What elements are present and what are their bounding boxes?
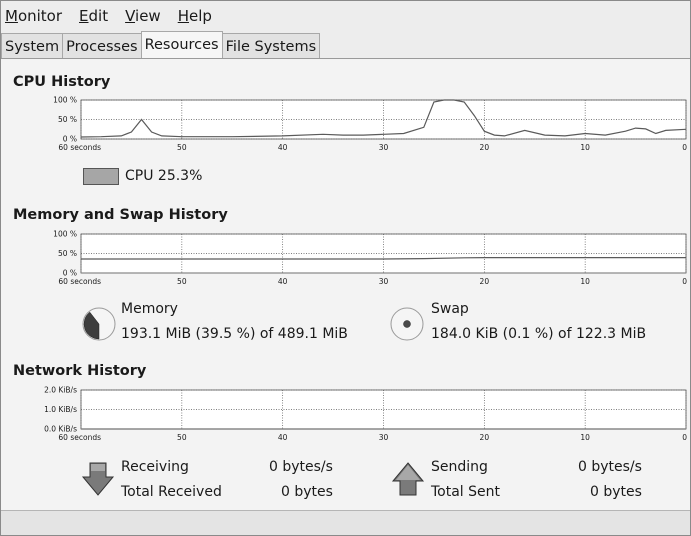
total-sent-value: 0 bytes — [590, 484, 642, 500]
swap-usage-value: 184.0 KiB (0.1 %) of 122.3 MiB — [431, 326, 647, 342]
network-x-tick-label: 60 seconds — [58, 433, 101, 442]
sending-arrow-icon[interactable] — [391, 461, 425, 497]
cpu-x-tick-label: 30 — [379, 143, 389, 152]
menu-edit-label: dit — [88, 7, 109, 25]
memory-pie-icon[interactable] — [81, 306, 117, 342]
status-bar — [1, 510, 690, 535]
menu-help[interactable]: Help — [178, 7, 212, 25]
network-history-title: Network History — [13, 363, 147, 379]
memory-x-tick-label: 20 — [480, 277, 490, 286]
receiving-value: 0 bytes/s — [269, 459, 333, 475]
network-y-tick-label: 1.0 KiB/s — [44, 405, 77, 414]
network-x-tick-label: 10 — [580, 433, 590, 442]
cpu-y-tick-label: 50 % — [58, 115, 77, 124]
network-x-tick-label: 0 — [682, 433, 687, 442]
menubar: Monitor Edit View Help — [1, 1, 690, 31]
sending-value: 0 bytes/s — [578, 459, 642, 475]
total-received-value: 0 bytes — [281, 484, 333, 500]
memory-label: Memory — [121, 301, 178, 317]
menu-monitor-label: onitor — [17, 7, 63, 25]
cpu-x-tick-label: 50 — [177, 143, 187, 152]
menu-monitor-mnemonic: M — [5, 7, 18, 25]
tab-file-systems[interactable]: File Systems — [221, 33, 321, 58]
resources-panel: CPU History 100 % 50 % 0 % 60 seconds 50 40 30… — [1, 59, 690, 510]
memory-usage-value: 193.1 MiB (39.5 %) of 489.1 MiB — [121, 326, 348, 342]
cpu-color-swatch[interactable] — [83, 168, 119, 185]
network-x-tick-label: 50 — [177, 433, 187, 442]
cpu-history-title: CPU History — [13, 74, 111, 90]
cpu-history-graph: 100 %50 %0 %60 seconds 50 40 30 20 10 0 — [53, 96, 687, 152]
cpu-x-tick-label: 40 — [278, 143, 288, 152]
tab-processes[interactable]: Processes — [62, 33, 142, 58]
menu-edit-mnemonic: E — [79, 7, 89, 25]
memory-swap-history-graph: 100 %50 %0 %60 seconds 50 40 30 20 10 0 — [53, 230, 687, 286]
tab-resources[interactable]: Resources — [140, 31, 223, 58]
cpu-x-tick-label: 10 — [580, 143, 590, 152]
memory-x-tick-label: 30 — [379, 277, 389, 286]
network-y-tick-label: 2.0 KiB/s — [44, 386, 77, 395]
sending-label: Sending — [431, 459, 488, 475]
memory-x-tick-label: 10 — [580, 277, 590, 286]
memory-x-tick-label: 50 — [177, 277, 187, 286]
menu-edit[interactable]: Edit — [79, 7, 108, 25]
menu-view[interactable]: View — [125, 7, 161, 25]
memory-y-tick-label: 100 % — [53, 230, 77, 239]
network-history-graph: 2.0 KiB/s1.0 KiB/s0.0 KiB/s60 seconds 50 4… — [44, 386, 687, 442]
swap-label: Swap — [431, 301, 469, 317]
network-x-tick-label: 40 — [278, 433, 288, 442]
receiving-label: Receiving — [121, 459, 189, 475]
memory-swap-history-title: Memory and Swap History — [13, 207, 228, 223]
tab-bar: System Processes Resources File Systems — [1, 31, 690, 59]
tab-system[interactable]: System — [1, 33, 64, 58]
menu-help-label: elp — [188, 7, 212, 25]
cpu-x-tick-label: 60 seconds — [58, 143, 101, 152]
total-received-label: Total Received — [121, 484, 222, 500]
menu-view-label: iew — [135, 7, 161, 25]
menu-view-mnemonic: V — [125, 7, 136, 25]
network-x-tick-label: 30 — [379, 433, 389, 442]
cpu-usage-label: CPU 25.3% — [125, 168, 203, 184]
memory-x-tick-label: 60 seconds — [58, 277, 101, 286]
cpu-x-tick-label: 20 — [480, 143, 490, 152]
network-x-tick-label: 20 — [480, 433, 490, 442]
menu-monitor[interactable]: Monitor — [5, 7, 62, 25]
memory-y-tick-label: 50 % — [58, 249, 77, 258]
receiving-arrow-icon[interactable] — [81, 461, 115, 497]
cpu-x-tick-label: 0 — [682, 143, 687, 152]
swap-pie-icon[interactable] — [389, 306, 425, 342]
menu-help-mnemonic: H — [177, 7, 189, 25]
memory-x-tick-label: 40 — [278, 277, 288, 286]
memory-x-tick-label: 0 — [682, 277, 687, 286]
cpu-y-tick-label: 100 % — [53, 96, 77, 105]
total-sent-label: Total Sent — [431, 484, 501, 500]
